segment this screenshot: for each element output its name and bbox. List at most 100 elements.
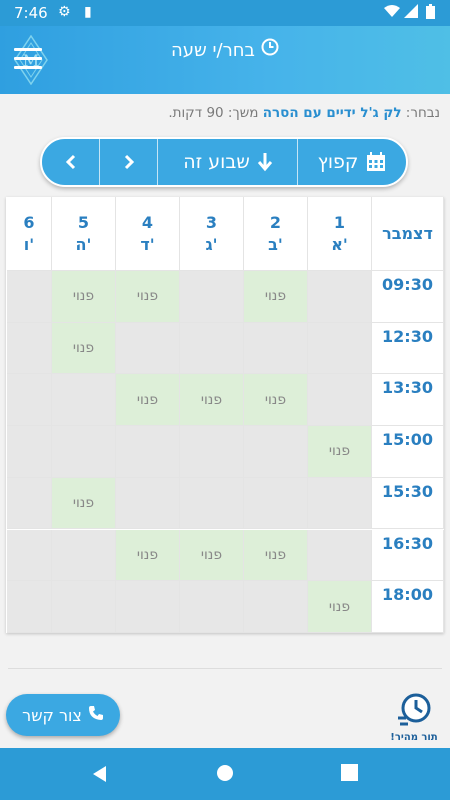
time-label: 15:30 — [372, 477, 444, 530]
unavailable-slot — [52, 426, 116, 478]
unavailable-slot — [244, 477, 308, 530]
unavailable-slot — [7, 426, 52, 478]
unavailable-slot — [180, 322, 244, 375]
day-name: ב' — [268, 234, 283, 254]
time-label: 09:30 — [372, 271, 444, 323]
next-week-button[interactable] — [100, 139, 158, 185]
unavailable-slot — [7, 477, 52, 530]
day-name: ה' — [75, 234, 92, 254]
free-slot[interactable]: פנוי — [52, 322, 116, 375]
jump-label: קפוץ — [317, 151, 359, 173]
time-label: 18:00 — [372, 581, 444, 633]
contact-button[interactable]: צור קשר — [6, 694, 120, 736]
day-name: ד' — [140, 234, 155, 254]
free-slot[interactable]: פנוי — [308, 426, 372, 478]
free-slot[interactable]: פנוי — [52, 271, 116, 323]
recents-icon[interactable] — [341, 764, 358, 785]
unavailable-slot — [7, 581, 52, 633]
quick-appointment-button[interactable]: תור מהיר! — [386, 692, 442, 748]
home-icon[interactable] — [216, 764, 234, 786]
page-title: בחר/י שעה — [0, 38, 450, 61]
week-navigation: שבוע זה קפוץ — [40, 137, 408, 187]
this-week-button[interactable]: שבוע זה — [158, 139, 298, 185]
day-number: 3 — [205, 212, 218, 232]
unavailable-slot — [180, 271, 244, 323]
unavailable-slot — [52, 581, 116, 633]
page-title-text: בחר/י שעה — [171, 40, 255, 61]
menu-icon[interactable] — [14, 48, 42, 70]
day-header: 4 ד' — [116, 197, 180, 271]
system-nav-bar — [0, 748, 450, 800]
unavailable-slot — [244, 322, 308, 375]
selected-service: לק ג'ל ידיים עם הסרה — [262, 105, 402, 121]
unavailable-slot — [308, 374, 372, 427]
time-label: 12:30 — [372, 322, 444, 375]
battery-icon — [426, 4, 435, 23]
unavailable-slot — [180, 581, 244, 633]
selected-service-info: נבחר: לק ג'ל ידיים עם הסרה משך: 90 דקות. — [0, 105, 440, 121]
unavailable-slot — [180, 477, 244, 530]
day-name: ג' — [205, 234, 218, 254]
day-header: 5 ה' — [52, 197, 116, 271]
calendar-icon — [367, 152, 386, 171]
month-label: דצמבר — [382, 223, 433, 243]
free-slot[interactable]: פנוי — [116, 271, 180, 323]
unavailable-slot — [116, 477, 180, 530]
status-time: 7:46 — [14, 4, 48, 22]
day-name: א' — [331, 234, 348, 254]
free-slot[interactable]: פנוי — [180, 529, 244, 582]
unavailable-slot — [244, 426, 308, 478]
back-icon[interactable] — [90, 764, 108, 788]
unavailable-slot — [7, 374, 52, 427]
sd-card-icon: ▮ — [84, 4, 92, 20]
free-slot[interactable]: פנוי — [244, 529, 308, 582]
selected-duration: משך: 90 דקות. — [168, 105, 259, 121]
divider — [8, 668, 442, 669]
prev-week-button[interactable] — [42, 139, 100, 185]
quick-clock-icon — [398, 693, 431, 726]
this-week-label: שבוע זה — [183, 151, 250, 173]
day-number: 2 — [269, 212, 282, 232]
signal-icon — [404, 4, 418, 22]
day-number: 6 — [23, 212, 35, 232]
day-header: 3 ג' — [180, 197, 244, 271]
unavailable-slot — [7, 322, 52, 375]
time-label: 16:30 — [372, 529, 444, 582]
time-label: 13:30 — [372, 374, 444, 427]
unavailable-slot — [180, 426, 244, 478]
unavailable-slot — [308, 322, 372, 375]
day-number: 1 — [333, 212, 346, 232]
free-slot[interactable]: פנוי — [52, 477, 116, 530]
settings-icon: ⚙ — [58, 4, 71, 20]
day-name: ו' — [23, 234, 35, 254]
unavailable-slot — [116, 322, 180, 375]
clock-icon — [261, 38, 279, 61]
quick-label: תור מהיר! — [390, 732, 438, 743]
day-header: 1 א' — [308, 197, 372, 271]
day-header: 2 ב' — [244, 197, 308, 271]
free-slot[interactable]: פנוי — [308, 581, 372, 633]
day-number: 4 — [141, 212, 154, 232]
unavailable-slot — [116, 581, 180, 633]
unavailable-slot — [244, 581, 308, 633]
unavailable-slot — [308, 529, 372, 582]
schedule-table: דצמבר 1 א' 2 ב' 3 ג' 4 ד' 5 ה' 6 ו' 09:30 פנוי פנוי פנוי… — [6, 197, 444, 633]
day-number: 5 — [77, 212, 90, 232]
unavailable-slot — [308, 477, 372, 530]
month-header: דצמבר — [372, 197, 444, 271]
free-slot[interactable]: פנוי — [116, 374, 180, 427]
selected-prefix: נבחר: — [405, 105, 440, 121]
unavailable-slot — [52, 529, 116, 582]
app-bar: M בחר/י שעה — [0, 26, 450, 94]
free-slot[interactable]: פנוי — [180, 374, 244, 427]
unavailable-slot — [7, 271, 52, 323]
jump-button[interactable]: קפוץ — [298, 139, 406, 185]
free-slot[interactable]: פנוי — [244, 271, 308, 323]
free-slot[interactable]: פנוי — [116, 529, 180, 582]
free-slot[interactable]: פנוי — [244, 374, 308, 427]
unavailable-slot — [308, 271, 372, 323]
unavailable-slot — [52, 374, 116, 427]
time-label: 15:00 — [372, 426, 444, 478]
contact-label: צור קשר — [22, 705, 82, 725]
wifi-icon — [384, 4, 400, 22]
